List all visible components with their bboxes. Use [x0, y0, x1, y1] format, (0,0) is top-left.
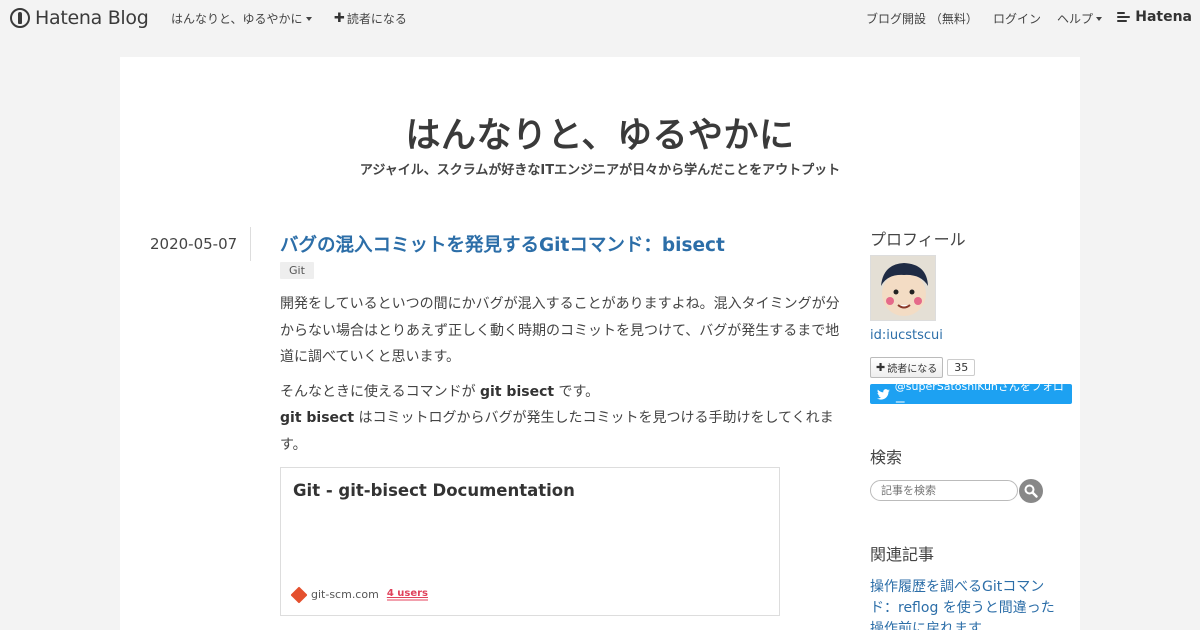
profile-avatar[interactable] — [870, 255, 936, 321]
subscribe-link[interactable]: ✚ 読者になる — [334, 10, 407, 27]
subscriber-count: 35 — [947, 359, 976, 376]
card-title[interactable]: Git - git-bisect Documentation — [293, 481, 575, 500]
help-label: ヘルプ — [1057, 12, 1094, 26]
logo-text: Hatena Blog — [35, 7, 149, 29]
subscribe-widget: ✚ 読者になる 35 — [870, 357, 976, 378]
code-term: git bisect — [480, 384, 555, 400]
plus-icon: ✚ — [334, 11, 345, 26]
hatena-blog-logo[interactable]: Hatena Blog — [10, 7, 149, 29]
blog-description: アジャイル、スクラムが好きなITエンジニアが日々から学んだことをアウトプット — [359, 163, 841, 178]
search-icon — [1024, 484, 1038, 498]
date-divider — [250, 227, 251, 261]
profile-id-link[interactable]: id:iucstscui — [870, 328, 943, 343]
blog-title[interactable]: はんなりと、ゆるやかに — [120, 107, 1080, 158]
subscribe-label: 読者になる — [346, 12, 407, 26]
blog-container: はんなりと、ゆるやかに アジャイル、スクラムが好きなITエンジニアが日々から学ん… — [120, 57, 1080, 630]
entry-paragraph-1: 開発をしているといつの間にかバグが混入することがありますよね。混入タイミングが分… — [280, 296, 840, 365]
card-footer: git-scm.com 4 users — [290, 586, 428, 603]
hatena-blog-logo-icon — [10, 8, 30, 28]
hatena-lines-icon — [1117, 12, 1131, 22]
create-blog-link[interactable]: ブログ開設 （無料） — [866, 10, 978, 27]
category-tag[interactable]: Git — [280, 262, 314, 279]
entry-paragraph-3: git bisect はコミットログからバグが発生したコミットを見つける手助けを… — [280, 410, 834, 453]
help-dropdown[interactable]: ヘルプ — [1057, 10, 1103, 27]
search-heading: 検索 — [870, 448, 903, 467]
avatar-image — [871, 256, 935, 320]
link-card[interactable]: Git - git-bisect Documentation git-scm.c… — [280, 467, 780, 616]
related-heading: 関連記事 — [870, 545, 935, 564]
entry-date[interactable]: 2020-05-07 — [150, 235, 237, 253]
blog-menu-label: はんなりと、ゆるやかに — [171, 12, 303, 26]
blog-menu-dropdown[interactable]: はんなりと、ゆるやかに — [171, 10, 312, 27]
profile-heading: プロフィール — [870, 230, 966, 249]
git-icon — [290, 586, 308, 603]
twitter-bird-icon — [877, 388, 890, 400]
entry-title[interactable]: バグの混入コミットを発見するGitコマンド：bisect — [280, 231, 725, 257]
related-article-link[interactable]: 操作履歴を調べるGitコマンド：reflog を使うと間違った操作前に戻れます — [870, 577, 1060, 630]
plus-icon: ✚ — [876, 361, 886, 374]
login-link[interactable]: ログイン — [993, 10, 1041, 27]
subscribe-button[interactable]: ✚ 読者になる — [870, 357, 944, 378]
code-term: git bisect — [280, 410, 355, 426]
search-button[interactable] — [1019, 479, 1043, 503]
twitter-follow-button[interactable]: @superSatoshiKunさんをフォロー — [870, 380, 1072, 409]
entry-paragraph-2: そんなときに使えるコマンドが git bisect です。 — [280, 384, 600, 400]
global-header: Hatena Blog はんなりと、ゆるやかに ✚ 読者になる ブログ開設 （無… — [0, 0, 1200, 36]
search-input[interactable] — [870, 480, 1018, 501]
caret-down-icon — [305, 16, 312, 21]
hatena-brand-link[interactable]: Hatena — [1117, 9, 1192, 25]
card-domain: git-scm.com — [311, 588, 379, 601]
hatena-brand-text: Hatena — [1135, 9, 1192, 25]
bookmark-users-badge[interactable]: 4 users — [386, 588, 428, 601]
caret-down-icon — [1096, 16, 1103, 21]
